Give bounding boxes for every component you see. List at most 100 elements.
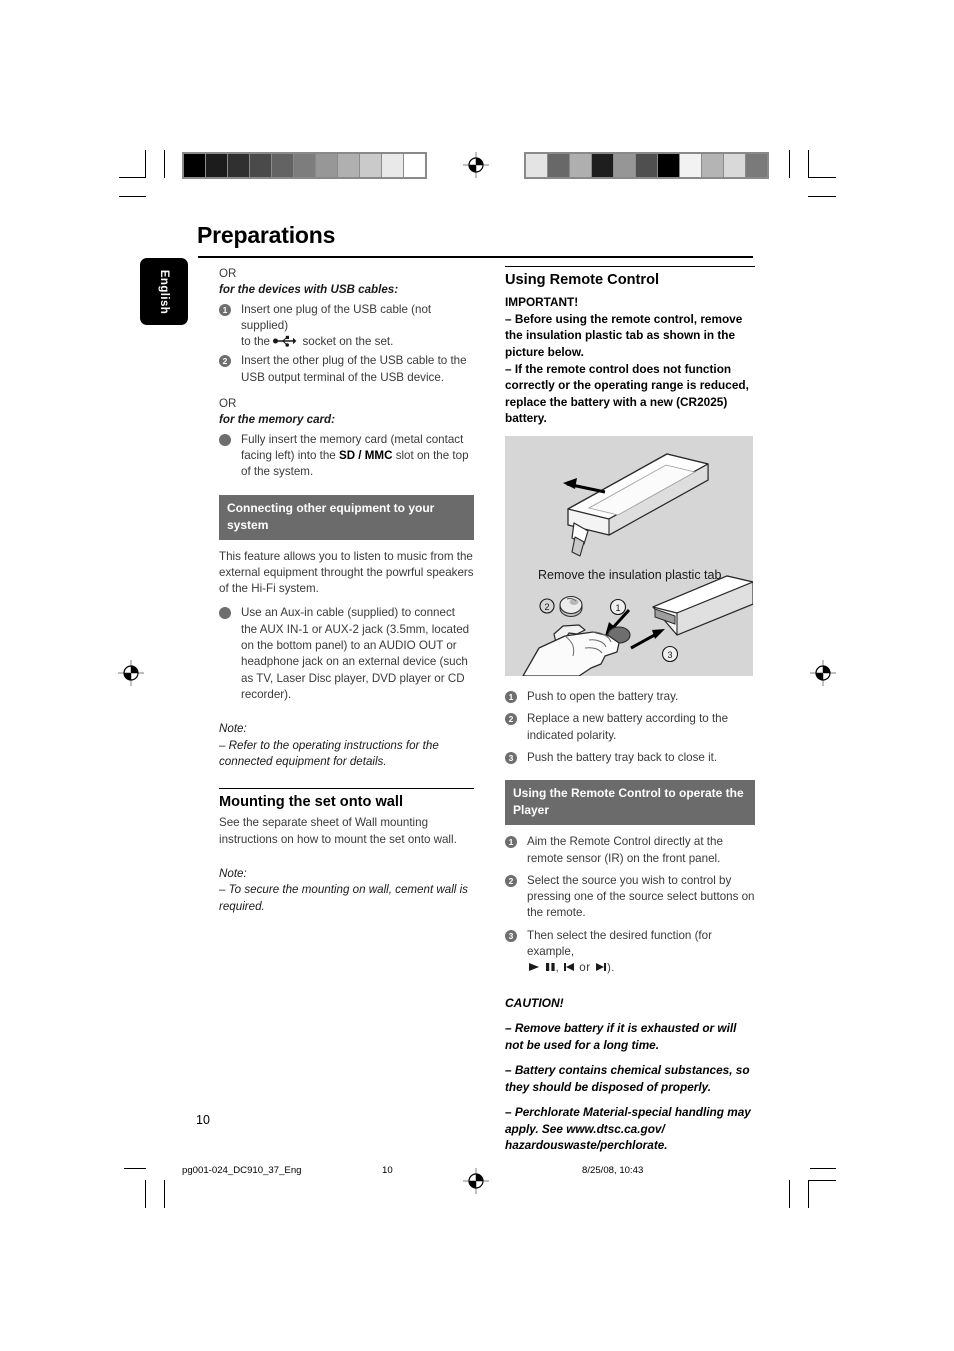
page-title: Preparations bbox=[197, 222, 336, 248]
mounting-heading: Mounting the set onto wall bbox=[219, 794, 404, 811]
crop-mark-bottom-right-h bbox=[808, 1180, 836, 1181]
caution-text-1: – Remove battery if it is exhausted or w… bbox=[505, 1020, 737, 1052]
registration-mark-left bbox=[118, 660, 144, 686]
language-tab-label: English bbox=[158, 269, 170, 314]
right-column: Using Remote Control IMPORTANT! – Before… bbox=[505, 266, 755, 1154]
crop-mark-bottom-right-v2 bbox=[808, 1180, 809, 1208]
step-number-2: 2 bbox=[219, 355, 231, 368]
play-icon bbox=[529, 963, 539, 972]
memory-card-subheading: for the memory card: bbox=[219, 413, 335, 427]
page-number: 10 bbox=[196, 1113, 210, 1127]
or-label-2: OR bbox=[219, 397, 237, 411]
step-wedge-patch-7 bbox=[338, 154, 359, 177]
step-wedge-patch-4 bbox=[614, 154, 635, 177]
caution-text-2: – Battery contains chemical substances, … bbox=[505, 1063, 750, 1094]
list-item: 1 Insert one plug of the USB cable (not … bbox=[219, 302, 474, 351]
operate-step-3-pre: Then select the desired function (for ex… bbox=[527, 928, 712, 959]
note-label-2: Note: bbox=[219, 867, 247, 881]
list-item: 1 Aim the Remote Control directly at the… bbox=[505, 834, 755, 867]
footer-rule-right bbox=[810, 1168, 836, 1169]
crop-mark-bottom-left-v2 bbox=[164, 1180, 165, 1208]
previous-icon bbox=[563, 963, 574, 972]
important-label: IMPORTANT! bbox=[505, 295, 579, 310]
footer-page-number: 10 bbox=[382, 1165, 393, 1176]
step-wedge-patch-1 bbox=[206, 154, 227, 177]
step-wedge-patch-6 bbox=[658, 154, 679, 177]
connecting-intro-text: This feature allows you to listen to mus… bbox=[219, 549, 474, 596]
list-item: 2 Replace a new battery according to the… bbox=[505, 711, 755, 744]
crop-mark-bottom-right-v bbox=[789, 1180, 790, 1208]
aux-cable-text: Use an Aux-in cable (supplied) to connec… bbox=[241, 606, 470, 701]
svg-text:3: 3 bbox=[667, 650, 672, 660]
step-wedge-patch-3 bbox=[592, 154, 613, 177]
note-label-1: Note: bbox=[219, 722, 247, 736]
list-item: 1 Push to open the battery tray. bbox=[505, 689, 755, 705]
transport-control-symbols: , or ). bbox=[527, 961, 615, 975]
step-wedge-patch-2 bbox=[228, 154, 249, 177]
step-wedge-patch-2 bbox=[570, 154, 591, 177]
step-wedge-patch-7 bbox=[680, 154, 701, 177]
mounting-section: Mounting the set onto wall See the separ… bbox=[219, 788, 474, 915]
step-wedge-patch-5 bbox=[636, 154, 657, 177]
step-wedge-patch-8 bbox=[702, 154, 723, 177]
usb-subheading: for the devices with USB cables: bbox=[219, 283, 399, 297]
pause-icon bbox=[545, 963, 555, 972]
registration-mark-bottom bbox=[463, 1168, 489, 1194]
footer-filename: pg001-024_DC910_37_Eng bbox=[182, 1165, 302, 1176]
note-text-1: – Refer to the operating instructions fo… bbox=[219, 738, 439, 768]
step-wedge-patch-6 bbox=[316, 154, 337, 177]
grayscale-step-wedge-left bbox=[182, 152, 427, 179]
crop-mark-top-left-v bbox=[145, 150, 146, 178]
footer-timestamp: 8/25/08, 10:43 bbox=[582, 1165, 644, 1176]
important-text-1: – Before using the remote control, remov… bbox=[505, 311, 743, 360]
section-band-operate-player: Using the Remote Control to operate the … bbox=[505, 780, 755, 826]
list-item: 2 Insert the other plug of the USB cable… bbox=[219, 353, 474, 386]
step-wedge-patch-10 bbox=[746, 154, 767, 177]
step-number-1: 1 bbox=[219, 303, 231, 316]
crop-mark-top-right-v2 bbox=[789, 150, 790, 178]
svg-text:2: 2 bbox=[544, 602, 549, 612]
step-number-2: 2 bbox=[505, 874, 517, 887]
footer-rule-left bbox=[124, 1168, 146, 1169]
svg-text:1: 1 bbox=[615, 603, 620, 613]
usb-icon bbox=[273, 335, 299, 347]
registration-mark-right bbox=[810, 660, 836, 686]
grayscale-step-wedge-right bbox=[524, 152, 769, 179]
section-band-connecting-equipment: Connecting other equipment to your syste… bbox=[219, 494, 474, 540]
crop-mark-bottom-left-v bbox=[145, 1180, 146, 1208]
crop-mark-top-right-h bbox=[808, 177, 836, 178]
step-number-2: 2 bbox=[505, 713, 517, 726]
step-wedge-patch-0 bbox=[526, 154, 547, 177]
step-wedge-patch-0 bbox=[184, 154, 205, 177]
list-item: Fully insert the memory card (metal cont… bbox=[219, 432, 474, 481]
usb-step2-text: Insert the other plug of the USB cable t… bbox=[241, 354, 467, 384]
usb-step1-line1: Insert one plug of the USB cable (not su… bbox=[241, 302, 432, 332]
list-item: 2 Select the source you wish to control … bbox=[505, 873, 755, 922]
step-number-3: 3 bbox=[505, 751, 517, 764]
list-item: Use an Aux-in cable (supplied) to connec… bbox=[219, 605, 474, 703]
remote-battery-illustration: Remove the insulation plastic tab 2 1 3 bbox=[505, 436, 753, 677]
step-wedge-patch-3 bbox=[250, 154, 271, 177]
step-number-3: 3 bbox=[505, 929, 517, 942]
document-page: English Preparations OR for the devices … bbox=[0, 0, 954, 1351]
caution-label: CAUTION! bbox=[505, 995, 564, 1010]
step-number-1: 1 bbox=[505, 691, 517, 704]
using-remote-heading: Using Remote Control bbox=[505, 266, 755, 288]
mounting-text: See the separate sheet of Wall mounting … bbox=[219, 816, 457, 846]
operate-step-3-post: ). bbox=[607, 962, 615, 975]
figure-caption-text: Remove the insulation plastic tab bbox=[538, 568, 721, 582]
operate-step-2: Select the source you wish to control by… bbox=[527, 873, 755, 920]
step-wedge-patch-9 bbox=[382, 154, 403, 177]
crop-mark-top-left-v2 bbox=[164, 150, 165, 178]
step-wedge-patch-9 bbox=[724, 154, 745, 177]
step-wedge-patch-1 bbox=[548, 154, 569, 177]
registration-mark-top bbox=[463, 152, 489, 178]
battery-step-1: Push to open the battery tray. bbox=[527, 690, 679, 704]
left-column: OR for the devices with USB cables: 1 In… bbox=[219, 266, 474, 915]
language-tab: English bbox=[140, 258, 188, 325]
bullet-dot bbox=[219, 607, 231, 620]
usb-step1-line2-pre: to the bbox=[241, 335, 271, 349]
bullet-dot bbox=[219, 433, 231, 446]
caution-text-3: – Perchlorate Material-special handling … bbox=[505, 1105, 751, 1153]
or-label-1: OR bbox=[219, 267, 237, 280]
